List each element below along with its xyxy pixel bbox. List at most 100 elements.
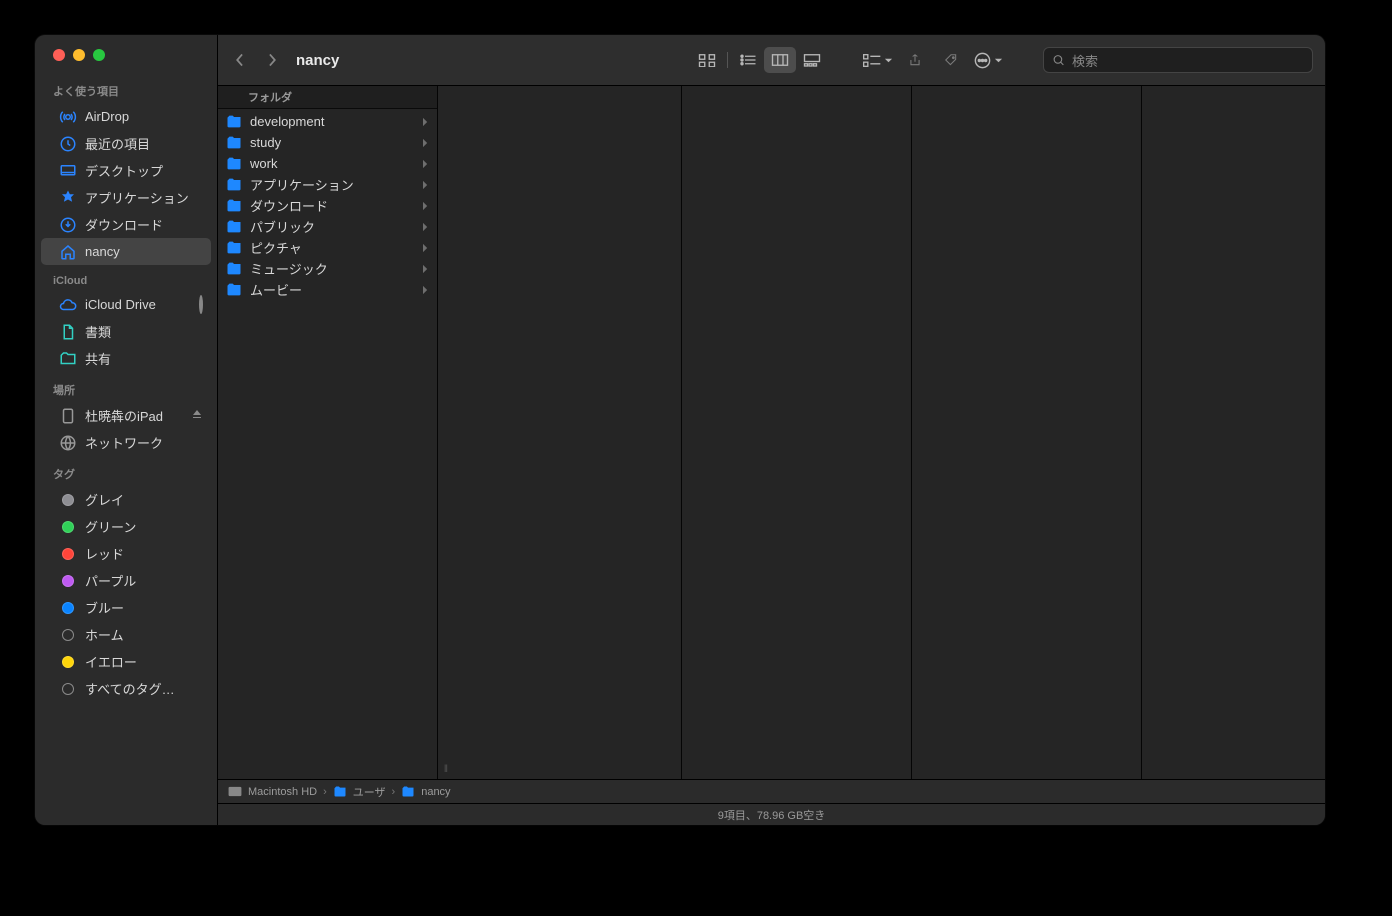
sidebar-item-label: すべてのタグ…	[85, 679, 175, 698]
sidebar-item-label: ホーム	[85, 625, 124, 644]
folder-label: パブリック	[250, 217, 315, 236]
sidebar-item-label: デスクトップ	[85, 161, 163, 180]
path-bar: Macintosh HD › ユーザ › nancy	[218, 779, 1325, 803]
minimize-button[interactable]	[73, 49, 85, 61]
action-menu[interactable]	[971, 51, 1005, 70]
chevron-right-icon	[422, 117, 429, 127]
group-by-menu[interactable]	[860, 53, 895, 68]
tag-dot-icon	[62, 494, 74, 506]
column-4[interactable]	[1142, 86, 1325, 779]
folder-label: ミュージック	[250, 259, 328, 278]
folder-row[interactable]: パブリック	[218, 216, 437, 237]
forward-button[interactable]	[258, 48, 286, 72]
sidebar-item-shared[interactable]: 共有	[41, 345, 211, 372]
back-button[interactable]	[226, 48, 254, 72]
column-1[interactable]	[452, 86, 682, 779]
view-list-button[interactable]	[732, 47, 764, 73]
sidebar-item-label: iCloud Drive	[85, 297, 156, 312]
sidebar-section-locations: 場所	[35, 378, 217, 402]
sidebar-item-label: 最近の項目	[85, 134, 150, 153]
chevron-right-icon	[422, 264, 429, 274]
disk-icon	[228, 786, 242, 797]
folder-icon	[226, 157, 242, 170]
column-3[interactable]	[912, 86, 1142, 779]
sidebar-tag-purple[interactable]: パープル	[41, 567, 211, 594]
sidebar-tag-green[interactable]: グリーン	[41, 513, 211, 540]
folder-label: ピクチャ	[250, 238, 302, 257]
column-header: フォルダ	[218, 86, 437, 109]
folder-label: development	[250, 114, 324, 129]
sidebar-item-label: ダウンロード	[85, 215, 163, 234]
sidebar-item-label: パープル	[85, 571, 136, 590]
sidebar-item-recents[interactable]: 最近の項目	[41, 130, 211, 157]
columns-view: フォルダ development study work アプリケーション ダウン…	[218, 86, 1325, 779]
sync-progress-icon	[199, 297, 203, 312]
chevron-right-icon	[422, 180, 429, 190]
download-icon	[59, 216, 77, 234]
sidebar-item-label: グリーン	[85, 517, 136, 536]
column-2[interactable]	[682, 86, 912, 779]
path-separator: ›	[392, 786, 396, 798]
folder-row[interactable]: work	[218, 153, 437, 174]
path-segment[interactable]: Macintosh HD	[248, 786, 317, 798]
ipad-icon	[59, 407, 77, 425]
main-row: よく使う項目 AirDrop 最近の項目 デスクトップ アプリケーション ダウン…	[35, 35, 1325, 825]
sidebar-item-label: 杜暁犇のiPad	[85, 406, 163, 425]
sidebar-tag-gray[interactable]: グレイ	[41, 486, 211, 513]
sidebar-item-home[interactable]: nancy	[41, 238, 211, 265]
sidebar-item-airdrop[interactable]: AirDrop	[41, 103, 211, 130]
folder-row[interactable]: アプリケーション	[218, 174, 437, 195]
folder-icon	[226, 262, 242, 275]
folder-row[interactable]: study	[218, 132, 437, 153]
sidebar-tag-red[interactable]: レッド	[41, 540, 211, 567]
folder-row[interactable]: development	[218, 111, 437, 132]
folder-icon	[226, 199, 242, 212]
sidebar-item-desktop[interactable]: デスクトップ	[41, 157, 211, 184]
sidebar-tag-blue[interactable]: ブルー	[41, 594, 211, 621]
tag-dot-icon	[62, 548, 74, 560]
separator	[727, 52, 728, 68]
view-columns-button[interactable]	[764, 47, 796, 73]
eject-icon[interactable]	[191, 408, 203, 423]
share-button[interactable]	[899, 47, 931, 73]
tag-dot-icon	[62, 602, 74, 614]
path-segment[interactable]: ユーザ	[353, 784, 386, 800]
sidebar-item-documents[interactable]: 書類	[41, 318, 211, 345]
tag-all-icon	[62, 683, 74, 695]
close-button[interactable]	[53, 49, 65, 61]
view-icons-button[interactable]	[691, 47, 723, 73]
folder-icon	[226, 283, 242, 296]
cloud-icon	[59, 296, 77, 314]
sidebar-item-downloads[interactable]: ダウンロード	[41, 211, 211, 238]
folder-label: work	[250, 156, 277, 171]
sidebar-tag-home[interactable]: ホーム	[41, 621, 211, 648]
sidebar-tag-yellow[interactable]: イエロー	[41, 648, 211, 675]
column-0: フォルダ development study work アプリケーション ダウン…	[218, 86, 438, 779]
fullscreen-button[interactable]	[93, 49, 105, 61]
sidebar-item-label: レッド	[85, 544, 124, 563]
sidebar-item-icloud-drive[interactable]: iCloud Drive	[41, 291, 211, 318]
search-field[interactable]: 検索	[1043, 47, 1313, 73]
view-gallery-button[interactable]	[796, 47, 828, 73]
sidebar-item-ipad[interactable]: 杜暁犇のiPad	[41, 402, 211, 429]
sidebar-section-icloud: iCloud	[35, 271, 217, 291]
tag-button[interactable]	[935, 47, 967, 73]
path-segment[interactable]: nancy	[421, 786, 450, 798]
sidebar-item-label: ブルー	[85, 598, 124, 617]
sidebar-item-applications[interactable]: アプリケーション	[41, 184, 211, 211]
folder-row[interactable]: ムービー	[218, 279, 437, 300]
status-bar: 9項目、78.96 GB空き	[218, 803, 1325, 825]
tag-dot-icon	[62, 656, 74, 668]
folder-row[interactable]: ダウンロード	[218, 195, 437, 216]
toolbar: nancy 検索	[218, 35, 1325, 86]
sidebar-tag-all[interactable]: すべてのタグ…	[41, 675, 211, 702]
folder-icon	[226, 136, 242, 149]
folder-row[interactable]: ミュージック	[218, 258, 437, 279]
folder-icon	[226, 115, 242, 128]
status-text: 9項目、78.96 GB空き	[718, 807, 826, 823]
window-controls	[35, 49, 217, 75]
shared-folder-icon	[59, 350, 77, 368]
sidebar-item-network[interactable]: ネットワーク	[41, 429, 211, 456]
folder-row[interactable]: ピクチャ	[218, 237, 437, 258]
column-resize-handle[interactable]: ‖	[438, 86, 452, 779]
